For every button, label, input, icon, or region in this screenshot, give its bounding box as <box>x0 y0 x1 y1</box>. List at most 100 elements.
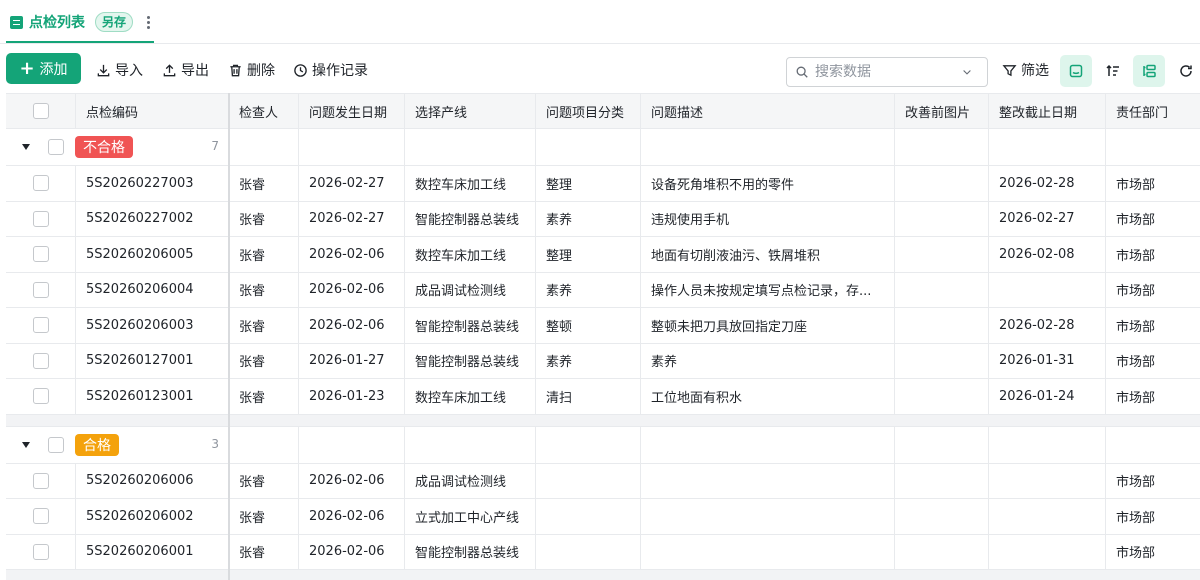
cell-description[interactable]: 地面有切削液油污、铁屑堆积 <box>641 237 895 272</box>
table-row[interactable]: 5S20260227003 张睿 2026-02-27 数控车床加工线 整理 设备死角堆积… <box>6 166 1200 202</box>
col-header-line[interactable]: 选择产线 <box>405 94 536 128</box>
cell-dept[interactable]: 市场部 <box>1106 344 1200 379</box>
table-row[interactable]: 5S20260127001 张睿 2026-01-27 智能控制器总装线 素养 素养 202… <box>6 343 1200 379</box>
cell-date[interactable]: 2026-02-06 <box>299 499 405 534</box>
cell-date[interactable]: 2026-02-06 <box>299 534 405 569</box>
history-button[interactable]: 操作记录 <box>293 58 368 82</box>
cell-line[interactable]: 数控车床加工线 <box>405 166 536 201</box>
table-row[interactable]: 5S20260206004 张睿 2026-02-06 成品调试检测线 素养 操作人员未按… <box>6 272 1200 308</box>
cell-deadline[interactable]: 2026-02-08 <box>989 237 1106 272</box>
cell-deadline[interactable] <box>989 499 1106 534</box>
caret-down-icon[interactable] <box>22 144 30 150</box>
cell-dept[interactable]: 市场部 <box>1106 237 1200 272</box>
cell-code[interactable]: 5S20260206003 <box>76 308 229 343</box>
cell-dept[interactable]: 市场部 <box>1106 535 1200 570</box>
col-header-dept[interactable]: 责任部门 <box>1106 94 1200 128</box>
cell-inspector[interactable]: 张睿 <box>229 379 299 414</box>
cell-description[interactable]: 工位地面有积水 <box>641 379 895 414</box>
cell-line[interactable]: 成品调试检测线 <box>405 272 536 307</box>
cell-dept[interactable]: 市场部 <box>1106 464 1200 499</box>
cell-deadline[interactable]: 2026-02-27 <box>989 201 1106 236</box>
cell-line[interactable]: 智能控制器总装线 <box>405 201 536 236</box>
save-as-badge[interactable]: 另存 <box>95 12 134 32</box>
row-checkbox[interactable] <box>32 175 49 192</box>
cell-line[interactable]: 智能控制器总装线 <box>405 343 536 378</box>
table-row[interactable]: 5S20260123001 张睿 2026-01-23 数控车床加工线 清扫 工位地面有积… <box>6 379 1200 415</box>
cell-inspector[interactable]: 张睿 <box>229 499 299 534</box>
cell-dept[interactable]: 市场部 <box>1106 379 1200 414</box>
cell-inspector[interactable]: 张睿 <box>229 166 299 201</box>
cell-line[interactable]: 智能控制器总装线 <box>405 308 536 343</box>
cell-description[interactable]: 操作人员未按规定填写点检记录，存... <box>641 272 895 307</box>
cell-line[interactable]: 数控车床加工线 <box>405 237 536 272</box>
table-row[interactable]: 5S20260206006 张睿 2026-02-06 成品调试检测线 市场部 <box>6 463 1200 499</box>
cell-dept[interactable]: 市场部 <box>1106 308 1200 343</box>
cell-description[interactable]: 整顿未把刀具放回指定刀座 <box>641 308 895 343</box>
cell-dept[interactable]: 市场部 <box>1106 202 1200 237</box>
cell-description[interactable]: 设备死角堆积不用的零件 <box>641 166 895 201</box>
cell-category[interactable]: 素养 <box>536 343 641 378</box>
cell-image[interactable] <box>895 534 989 569</box>
chevron-down-icon[interactable] <box>961 66 973 78</box>
cell-deadline[interactable]: 2026-01-24 <box>989 379 1106 414</box>
export-button[interactable]: 导出 <box>162 58 209 82</box>
cell-dept[interactable]: 市场部 <box>1106 166 1200 201</box>
cell-code[interactable]: 5S20260206006 <box>76 463 229 498</box>
cell-inspector[interactable]: 张睿 <box>229 534 299 569</box>
row-checkbox[interactable] <box>32 472 49 489</box>
more-vertical-icon[interactable] <box>143 15 153 29</box>
cell-deadline[interactable]: 2026-02-28 <box>989 308 1106 343</box>
table-row[interactable]: 5S20260227002 张睿 2026-02-27 智能控制器总装线 素养 违规使用手… <box>6 201 1200 237</box>
select-all-checkbox[interactable] <box>32 103 49 119</box>
table-row[interactable]: 5S20260206002 张睿 2026-02-06 立式加工中心产线 市场部 <box>6 499 1200 535</box>
cell-inspector[interactable]: 张睿 <box>229 308 299 343</box>
col-header-deadline[interactable]: 整改截止日期 <box>989 94 1106 128</box>
cell-category[interactable] <box>536 534 641 569</box>
cell-line[interactable]: 智能控制器总装线 <box>405 534 536 569</box>
cell-inspector[interactable]: 张睿 <box>229 237 299 272</box>
cell-date[interactable]: 2026-02-06 <box>299 272 405 307</box>
tab-inspection-list[interactable]: 点检列表 另存 <box>6 0 157 44</box>
col-header-inspector[interactable]: 检查人 <box>229 94 299 128</box>
caret-down-icon[interactable] <box>22 441 30 448</box>
group-checkbox[interactable] <box>48 436 64 453</box>
cell-deadline[interactable] <box>989 534 1106 569</box>
cell-code[interactable]: 5S20260227003 <box>76 166 229 201</box>
row-checkbox[interactable] <box>32 352 49 369</box>
cell-category[interactable]: 素养 <box>536 201 641 236</box>
cell-code[interactable]: 5S20260227002 <box>76 201 229 236</box>
group-button[interactable] <box>1133 55 1165 87</box>
cell-dept[interactable]: 市场部 <box>1106 273 1200 308</box>
row-checkbox[interactable] <box>32 210 49 227</box>
cell-date[interactable]: 2026-02-06 <box>299 308 405 343</box>
cell-date[interactable]: 2026-02-27 <box>299 166 405 201</box>
row-checkbox[interactable] <box>32 508 49 525</box>
cell-inspector[interactable]: 张睿 <box>229 272 299 307</box>
col-header-code[interactable]: 点检编码 <box>76 94 229 128</box>
cell-inspector[interactable]: 张睿 <box>229 343 299 378</box>
cell-image[interactable] <box>895 499 989 534</box>
cell-code[interactable]: 5S20260127001 <box>76 343 229 378</box>
cell-description[interactable]: 违规使用手机 <box>641 201 895 236</box>
cell-image[interactable] <box>895 308 989 343</box>
cell-image[interactable] <box>895 379 989 414</box>
add-button[interactable]: + 添加 <box>6 53 81 84</box>
cell-image[interactable] <box>895 463 989 498</box>
col-header-image[interactable]: 改善前图片 <box>895 94 989 128</box>
cell-description[interactable] <box>641 534 895 569</box>
card-view-button[interactable] <box>1060 55 1092 87</box>
cell-deadline[interactable] <box>989 463 1106 498</box>
cell-date[interactable]: 2026-02-27 <box>299 201 405 236</box>
cell-description[interactable]: 素养 <box>641 343 895 378</box>
group-header-row[interactable]: 不合格 7 <box>6 129 1200 166</box>
refresh-button[interactable] <box>1170 55 1200 87</box>
col-header-category[interactable]: 问题项目分类 <box>536 94 641 128</box>
cell-category[interactable]: 素养 <box>536 272 641 307</box>
cell-category[interactable]: 整理 <box>536 237 641 272</box>
row-checkbox[interactable] <box>32 388 49 405</box>
cell-line[interactable]: 数控车床加工线 <box>405 379 536 414</box>
cell-category[interactable] <box>536 463 641 498</box>
filter-button[interactable]: 筛选 <box>1002 58 1049 82</box>
cell-image[interactable] <box>895 166 989 201</box>
cell-dept[interactable]: 市场部 <box>1106 499 1200 534</box>
